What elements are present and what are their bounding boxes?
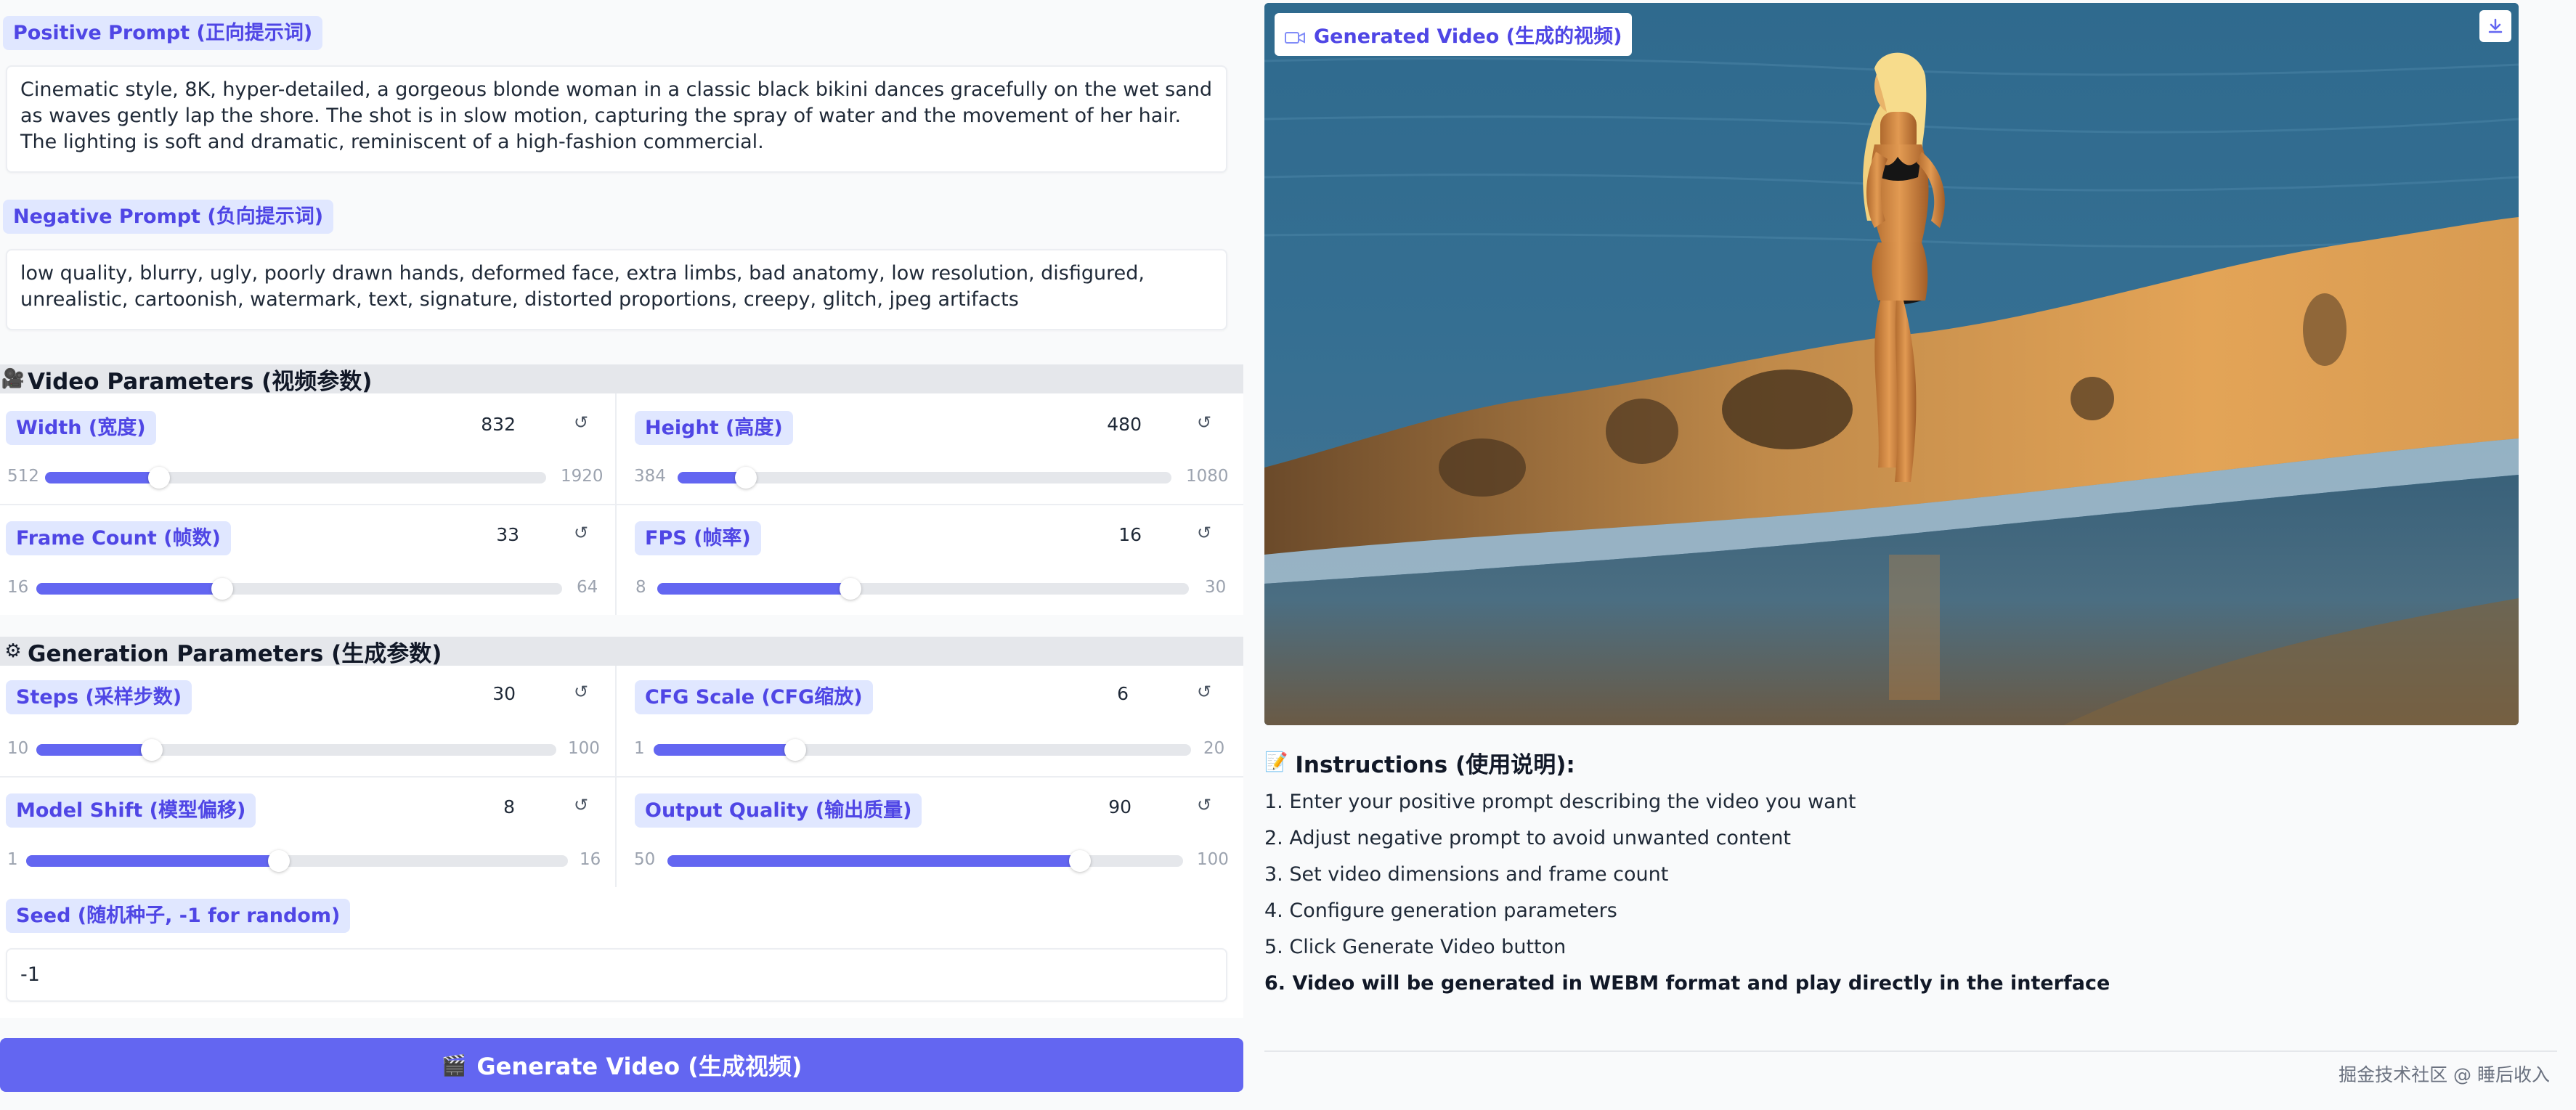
steps-max: 100	[568, 739, 600, 758]
generation-params-title: Generation Parameters (生成参数)	[28, 640, 442, 667]
settings-panel: Positive Prompt (正向提示词) Cinematic style,…	[0, 0, 1243, 1110]
cfg-scale-slider[interactable]	[654, 739, 1191, 761]
steps-reset-icon[interactable]: ↺	[571, 682, 591, 702]
cfg-scale-label: CFG Scale (CFG缩放)	[635, 680, 873, 714]
instruction-item: 3. Set video dimensions and frame count	[1264, 863, 1669, 886]
frame-count-slider[interactable]	[36, 578, 562, 600]
height-slider[interactable]	[678, 467, 1171, 489]
fps-label: FPS (帧率)	[635, 521, 761, 555]
fps-min: 8	[635, 578, 646, 597]
gear-icon: ⚙	[4, 640, 22, 662]
seed-input[interactable]: -1	[6, 948, 1227, 1002]
output-quality-reset-icon[interactable]: ↺	[1194, 795, 1214, 815]
instruction-item: 5. Click Generate Video button	[1264, 936, 1567, 958]
steps-min: 10	[7, 739, 29, 758]
fps-max: 30	[1205, 578, 1227, 597]
instructions-title-text: Instructions (使用说明):	[1295, 751, 1575, 778]
width-min: 512	[7, 467, 39, 486]
width-slider[interactable]	[45, 467, 546, 489]
cfg-scale-max: 20	[1203, 739, 1225, 758]
width-max: 1920	[561, 467, 604, 486]
video-params-group: Width (宽度) 832 ↺ 512 1920 Height (高度) 48…	[0, 393, 1243, 615]
video-params-header[interactable]: 🎥 Video Parameters (视频参数)	[0, 364, 1243, 395]
frame-count-max: 64	[577, 578, 598, 597]
width-reset-icon[interactable]: ↺	[571, 412, 591, 433]
download-icon[interactable]	[2479, 10, 2511, 42]
generate-video-button[interactable]: 🎬 Generate Video (生成视频)	[0, 1038, 1243, 1092]
instruction-item: 6. Video will be generated in WEBM forma…	[1264, 972, 2110, 995]
film-projector-icon: 🎥	[1, 368, 25, 390]
video-output-label: Generated Video (生成的视频)	[1275, 13, 1633, 56]
width-value[interactable]: 832	[428, 414, 516, 435]
output-quality-slider[interactable]	[667, 850, 1183, 872]
output-quality-max: 100	[1197, 850, 1229, 869]
cfg-scale-min: 1	[634, 739, 645, 758]
seed-block: Seed (随机种子, -1 for random) -1	[0, 887, 1243, 1018]
instruction-item: 4. Configure generation parameters	[1264, 899, 1617, 922]
output-quality-label: Output Quality (输出质量)	[635, 793, 922, 828]
steps-slider[interactable]	[36, 739, 556, 761]
fps-reset-icon[interactable]: ↺	[1194, 523, 1214, 543]
model-shift-min: 1	[7, 850, 18, 869]
frame-count-label: Frame Count (帧数)	[6, 521, 231, 555]
generation-params-group: Steps (采样步数) 30 ↺ 10 100 CFG Scale (CFG缩…	[0, 666, 1243, 887]
output-quality-value[interactable]: 90	[1044, 796, 1131, 817]
cfg-scale-value[interactable]: 6	[1041, 683, 1129, 704]
fps-slider-block: FPS (帧率) 16 ↺ 8 30	[617, 505, 1243, 615]
video-camera-icon	[1285, 28, 1305, 44]
frame-count-reset-icon[interactable]: ↺	[571, 523, 591, 543]
instructions-title: 📝 Instructions (使用说明):	[1264, 740, 2557, 784]
generation-params-header[interactable]: ⚙ Generation Parameters (生成参数)	[0, 637, 1243, 667]
height-max: 1080	[1186, 467, 1229, 486]
positive-prompt-input[interactable]: Cinematic style, 8K, hyper-detailed, a g…	[6, 65, 1227, 173]
negative-prompt-label: Negative Prompt (负向提示词)	[3, 200, 334, 234]
memo-icon: 📝	[1264, 751, 1288, 773]
frame-count-value[interactable]: 33	[432, 524, 519, 545]
instruction-item: 2. Adjust negative prompt to avoid unwan…	[1264, 827, 1791, 849]
frame-count-slider-block: Frame Count (帧数) 33 ↺ 16 64	[0, 505, 614, 615]
footer-divider	[1264, 1050, 2557, 1052]
video-frame	[1264, 3, 2519, 725]
output-quality-slider-block: Output Quality (输出质量) 90 ↺ 50 100	[617, 778, 1243, 887]
height-slider-block: Height (高度) 480 ↺ 384 1080	[617, 393, 1243, 504]
model-shift-label: Model Shift (模型偏移)	[6, 793, 256, 828]
video-player[interactable]: Generated Video (生成的视频)	[1264, 3, 2519, 725]
height-reset-icon[interactable]: ↺	[1194, 412, 1214, 433]
steps-value[interactable]: 30	[428, 683, 516, 704]
frame-count-min: 16	[7, 578, 29, 597]
instruction-item: 1. Enter your positive prompt describing…	[1264, 791, 1856, 813]
video-params-title: Video Parameters (视频参数)	[28, 368, 373, 395]
width-slider-block: Width (宽度) 832 ↺ 512 1920	[0, 393, 614, 504]
width-label: Width (宽度)	[6, 411, 156, 445]
model-shift-reset-icon[interactable]: ↺	[571, 795, 591, 815]
cfg-scale-slider-block: CFG Scale (CFG缩放) 6 ↺ 1 20	[617, 666, 1243, 776]
height-min: 384	[634, 467, 666, 486]
model-shift-slider[interactable]	[26, 850, 568, 872]
model-shift-max: 16	[580, 850, 601, 869]
steps-slider-block: Steps (采样步数) 30 ↺ 10 100	[0, 666, 614, 776]
positive-prompt-label: Positive Prompt (正向提示词)	[3, 16, 323, 50]
video-output-title: Generated Video (生成的视频)	[1314, 25, 1622, 48]
cfg-scale-reset-icon[interactable]: ↺	[1194, 682, 1214, 702]
height-label: Height (高度)	[635, 411, 793, 445]
clapper-board-icon: 🎬	[441, 1053, 467, 1077]
height-value[interactable]: 480	[1055, 414, 1142, 435]
model-shift-value[interactable]: 8	[428, 796, 515, 817]
fps-value[interactable]: 16	[1055, 524, 1142, 545]
model-shift-slider-block: Model Shift (模型偏移) 8 ↺ 1 16	[0, 778, 614, 887]
generate-video-label: Generate Video (生成视频)	[476, 1053, 803, 1080]
fps-slider[interactable]	[657, 578, 1189, 600]
seed-label: Seed (随机种子, -1 for random)	[6, 899, 351, 933]
negative-prompt-input[interactable]: low quality, blurry, ugly, poorly drawn …	[6, 249, 1227, 330]
instructions-panel: 📝 Instructions (使用说明): 1. Enter your pos…	[1264, 740, 2557, 1002]
steps-label: Steps (采样步数)	[6, 680, 192, 714]
instructions-list: 1. Enter your positive prompt describing…	[1264, 784, 2557, 1002]
footer-credit: 掘金技术社区 @ 睡后收入	[2339, 1064, 2550, 1085]
output-quality-min: 50	[634, 850, 656, 869]
